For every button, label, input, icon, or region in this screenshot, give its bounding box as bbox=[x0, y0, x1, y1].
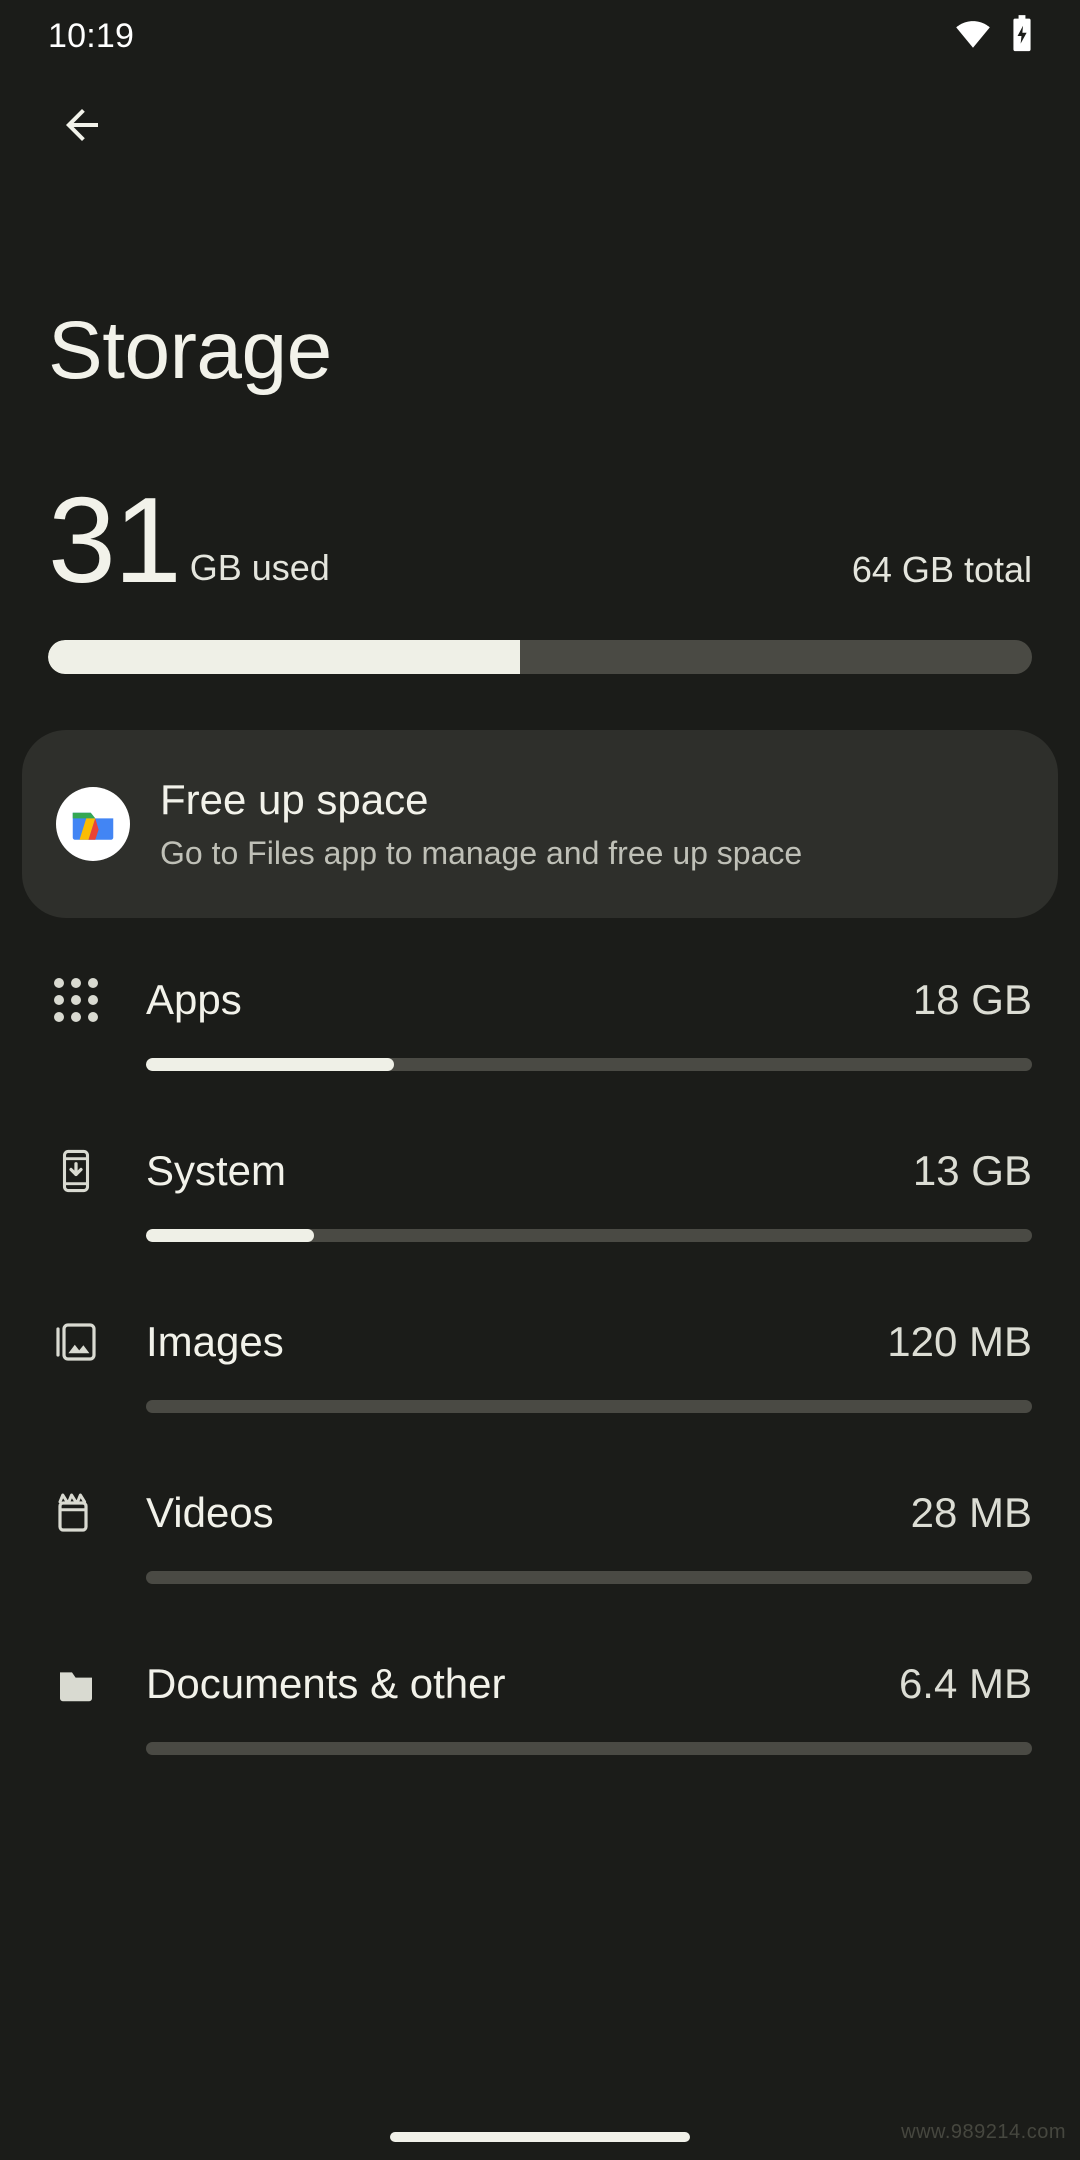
category-progress-bar bbox=[146, 1058, 1032, 1072]
category-value: 6.4 MB bbox=[898, 1660, 1032, 1708]
category-label: Documents & other bbox=[146, 1660, 506, 1708]
status-bar-icons bbox=[954, 14, 1034, 58]
category-label: Images bbox=[146, 1318, 284, 1366]
wifi-icon bbox=[954, 19, 992, 54]
category-row-videos[interactable]: Videos 28 MB bbox=[0, 1461, 1080, 1585]
app-bar bbox=[0, 72, 1080, 182]
total-capacity-label: 64 GB total bbox=[851, 549, 1032, 590]
category-progress-fill bbox=[146, 1229, 315, 1243]
storage-summary: 31 GB used 64 GB total bbox=[0, 472, 1080, 608]
category-progress-bar bbox=[146, 1571, 1032, 1585]
category-progress-bar bbox=[146, 1229, 1032, 1243]
arrow-back-icon bbox=[58, 101, 106, 154]
used-unit-label: GB used bbox=[189, 547, 330, 588]
back-button[interactable] bbox=[44, 89, 120, 165]
images-icon bbox=[48, 1318, 104, 1366]
apps-grid-icon bbox=[48, 978, 104, 1023]
system-update-icon bbox=[48, 1148, 104, 1194]
category-row-system[interactable]: System 13 GB bbox=[0, 1119, 1080, 1243]
total-storage-progress-fill bbox=[48, 639, 521, 674]
category-progress-fill bbox=[146, 1058, 395, 1072]
free-up-space-title: Free up space bbox=[160, 775, 429, 823]
used-amount: 31 bbox=[48, 472, 182, 608]
category-value: 13 GB bbox=[912, 1147, 1032, 1195]
category-header: Documents & other 6.4 MB bbox=[48, 1632, 1032, 1736]
watermark: www.989214.com bbox=[901, 2121, 1066, 2143]
free-up-space-card[interactable]: Free up space Go to Files app to manage … bbox=[22, 729, 1058, 919]
category-row-apps[interactable]: Apps 18 GB bbox=[0, 948, 1080, 1072]
category-label: Apps bbox=[146, 976, 242, 1024]
category-row-documents[interactable]: Documents & other 6.4 MB bbox=[0, 1632, 1080, 1756]
storage-category-list: Apps 18 GB System 13 GB Images 120 MB Vi… bbox=[0, 948, 1080, 1756]
category-row-images[interactable]: Images 120 MB bbox=[0, 1290, 1080, 1414]
category-header: Images 120 MB bbox=[48, 1290, 1032, 1394]
status-bar: 10:19 bbox=[0, 0, 1080, 72]
videos-clapperboard-icon bbox=[48, 1489, 104, 1537]
category-progress-bar bbox=[146, 1742, 1032, 1756]
category-header: Videos 28 MB bbox=[48, 1461, 1032, 1565]
category-header: Apps 18 GB bbox=[48, 948, 1032, 1052]
battery-charging-icon bbox=[1010, 14, 1034, 58]
category-value: 120 MB bbox=[887, 1318, 1032, 1366]
category-label: Videos bbox=[146, 1489, 274, 1537]
free-up-space-subtitle: Go to Files app to manage and free up sp… bbox=[160, 835, 803, 872]
page-title: Storage bbox=[48, 305, 332, 396]
home-indicator[interactable] bbox=[390, 2132, 690, 2142]
category-value: 18 GB bbox=[912, 976, 1032, 1024]
category-value: 28 MB bbox=[910, 1489, 1032, 1537]
files-app-icon bbox=[56, 787, 130, 862]
category-label: System bbox=[146, 1147, 287, 1195]
used-group: 31 GB used bbox=[48, 472, 330, 608]
category-progress-bar bbox=[146, 1400, 1032, 1414]
category-header: System 13 GB bbox=[48, 1119, 1032, 1223]
folder-icon bbox=[48, 1660, 104, 1708]
status-bar-clock: 10:19 bbox=[48, 16, 135, 55]
total-storage-progress-bar[interactable] bbox=[48, 639, 1032, 674]
free-up-space-texts: Free up space Go to Files app to manage … bbox=[160, 776, 802, 873]
